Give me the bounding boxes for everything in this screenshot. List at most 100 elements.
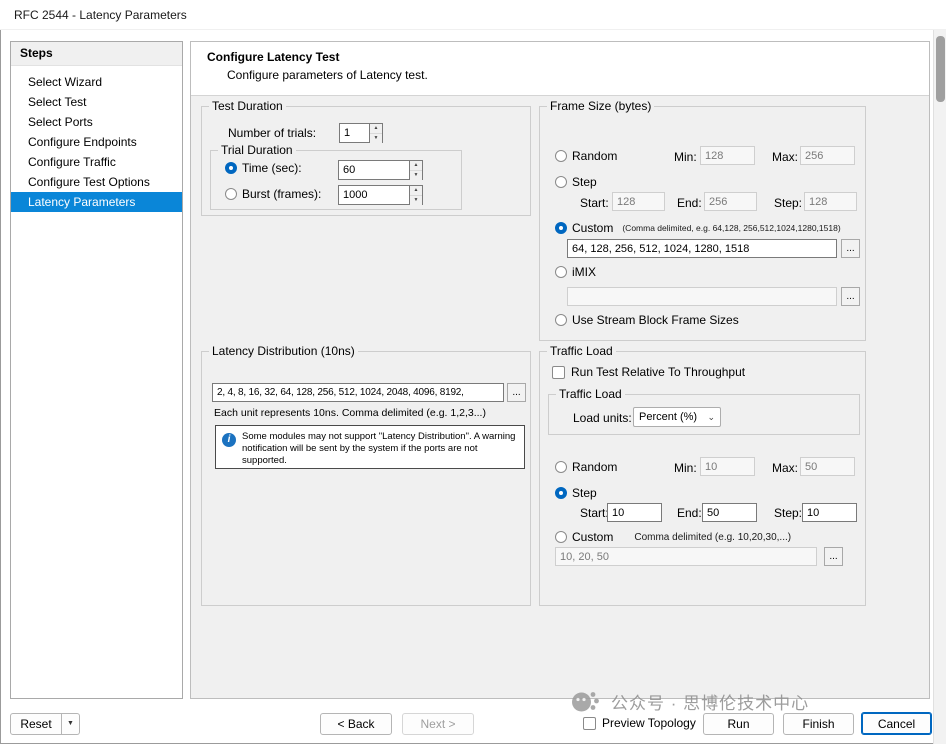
framesize-random-radio[interactable]: Random	[555, 149, 617, 163]
framesize-custom-input[interactable]	[567, 239, 837, 258]
spin-down-icon[interactable]: ▼	[370, 134, 382, 143]
framesize-min-label: Min:	[674, 150, 697, 164]
burst-spin-buttons: ▲ ▼	[410, 185, 423, 205]
burst-frames-radio[interactable]: Burst (frames):	[225, 187, 321, 201]
time-input[interactable]	[338, 160, 410, 180]
framesize-start-input[interactable]	[612, 192, 665, 211]
test-duration-group: Test Duration Number of trials: ▲ ▼ Tria…	[201, 106, 531, 216]
page-header: Configure Latency Test Configure paramet…	[191, 42, 929, 96]
trials-input[interactable]	[339, 123, 370, 143]
framesize-max-input[interactable]	[800, 146, 855, 165]
load-step-radio[interactable]: Step	[555, 486, 597, 500]
time-sec-label: Time (sec):	[242, 161, 302, 175]
spin-down-icon[interactable]: ▼	[410, 196, 422, 205]
page-subtitle: Configure parameters of Latency test.	[227, 68, 428, 82]
framesize-imix-input[interactable]	[567, 287, 837, 306]
preview-topology-row: Preview Topology	[583, 716, 696, 730]
spin-up-icon[interactable]: ▲	[410, 161, 422, 171]
framesize-step-radio[interactable]: Step	[555, 175, 597, 189]
time-spinner: ▲ ▼	[338, 160, 423, 180]
latency-warning-box: i Some modules may not support "Latency …	[215, 425, 525, 469]
reset-dropdown-icon[interactable]: ▼	[62, 713, 80, 735]
burst-input[interactable]	[338, 185, 410, 205]
reset-split-button: Reset ▼	[10, 713, 80, 735]
scrollbar-thumb[interactable]	[936, 36, 945, 102]
load-custom-radio[interactable]: Custom Comma delimited (e.g. 10,20,30,..…	[555, 530, 791, 544]
framesize-end-label: End:	[677, 196, 702, 210]
radio-icon	[555, 461, 567, 473]
framesize-random-label: Random	[572, 149, 617, 163]
load-units-value: Percent (%)	[639, 411, 697, 423]
framesize-streamblock-label: Use Stream Block Frame Sizes	[572, 313, 739, 327]
preview-topology-checkbox[interactable]	[583, 717, 596, 730]
latency-distribution-hint: Each unit represents 10ns. Comma delimit…	[214, 407, 486, 419]
framesize-end-input[interactable]	[704, 192, 757, 211]
traffic-load-group-title: Traffic Load	[547, 344, 616, 358]
steps-list: Select Wizard Select Test Select Ports C…	[11, 66, 182, 212]
load-end-label: End:	[677, 506, 702, 520]
load-units-select[interactable]: Percent (%) ⌄	[633, 407, 721, 427]
page-title: Configure Latency Test	[207, 50, 339, 64]
sidebar-item-select-ports[interactable]: Select Ports	[11, 112, 182, 132]
sidebar-item-configure-endpoints[interactable]: Configure Endpoints	[11, 132, 182, 152]
trial-duration-group: Trial Duration Time (sec): ▲ ▼ Burst (fr…	[210, 150, 462, 210]
load-min-input[interactable]	[700, 457, 755, 476]
sidebar-item-latency-parameters[interactable]: Latency Parameters	[11, 192, 182, 212]
load-custom-browse-button[interactable]: ...	[824, 547, 843, 566]
sidebar-item-select-wizard[interactable]: Select Wizard	[11, 72, 182, 92]
framesize-min-input[interactable]	[700, 146, 755, 165]
latency-distribution-input[interactable]	[212, 383, 504, 402]
preview-topology-label: Preview Topology	[602, 716, 696, 730]
radio-icon	[555, 266, 567, 278]
load-random-label: Random	[572, 460, 617, 474]
sidebar-item-configure-test-options[interactable]: Configure Test Options	[11, 172, 182, 192]
load-max-label: Max:	[772, 461, 798, 475]
load-start-label: Start:	[580, 506, 609, 520]
burst-frames-label: Burst (frames):	[242, 187, 321, 201]
load-random-radio[interactable]: Random	[555, 460, 617, 474]
reset-button[interactable]: Reset	[10, 713, 62, 735]
framesize-custom-radio[interactable]: Custom (Comma delimited, e.g. 64,128, 25…	[555, 221, 841, 235]
traffic-load-group: Traffic Load Run Test Relative To Throug…	[539, 351, 866, 606]
back-button[interactable]: < Back	[320, 713, 392, 735]
framesize-custom-browse-button[interactable]: ...	[841, 239, 860, 258]
load-start-input[interactable]	[607, 503, 662, 522]
chevron-down-icon: ⌄	[707, 412, 715, 423]
load-stepsize-input[interactable]	[802, 503, 857, 522]
latency-warning-text: Some modules may not support "Latency Di…	[242, 431, 518, 467]
cancel-button[interactable]: Cancel	[861, 712, 932, 735]
spin-up-icon[interactable]: ▲	[410, 186, 422, 196]
load-custom-input[interactable]	[555, 547, 817, 566]
radio-icon	[555, 487, 567, 499]
framesize-imix-browse-button[interactable]: ...	[841, 287, 860, 306]
frame-size-group-title: Frame Size (bytes)	[547, 99, 654, 113]
latency-distribution-browse-button[interactable]: ...	[507, 383, 526, 402]
framesize-custom-hint: (Comma delimited, e.g. 64,128, 256,512,1…	[622, 223, 840, 233]
sidebar-item-configure-traffic[interactable]: Configure Traffic	[11, 152, 182, 172]
relative-throughput-checkbox[interactable]	[552, 366, 565, 379]
time-sec-radio[interactable]: Time (sec):	[225, 161, 302, 175]
radio-icon	[555, 222, 567, 234]
load-end-input[interactable]	[702, 503, 757, 522]
burst-spinner: ▲ ▼	[338, 185, 423, 205]
latency-distribution-group: Latency Distribution (10ns) ... Each uni…	[201, 351, 531, 606]
rfc2544-wizard-dialog: RFC 2544 - Latency Parameters Steps Sele…	[0, 0, 946, 744]
spin-up-icon[interactable]: ▲	[370, 124, 382, 134]
spin-down-icon[interactable]: ▼	[410, 171, 422, 180]
load-min-label: Min:	[674, 461, 697, 475]
finish-button[interactable]: Finish	[783, 713, 854, 735]
steps-header: Steps	[11, 42, 182, 66]
framesize-streamblock-radio[interactable]: Use Stream Block Frame Sizes	[555, 313, 739, 327]
sidebar-item-select-test[interactable]: Select Test	[11, 92, 182, 112]
framesize-imix-radio[interactable]: iMIX	[555, 265, 596, 279]
scrollbar[interactable]	[933, 30, 946, 744]
run-button[interactable]: Run	[703, 713, 774, 735]
load-max-input[interactable]	[800, 457, 855, 476]
next-button[interactable]: Next >	[402, 713, 474, 735]
trials-spin-buttons: ▲ ▼	[370, 123, 383, 143]
test-duration-group-title: Test Duration	[209, 99, 286, 113]
info-icon: i	[222, 433, 236, 447]
framesize-max-label: Max:	[772, 150, 798, 164]
frame-size-group: Frame Size (bytes) Random Min: Max: Step…	[539, 106, 866, 341]
framesize-stepsize-input[interactable]	[804, 192, 857, 211]
